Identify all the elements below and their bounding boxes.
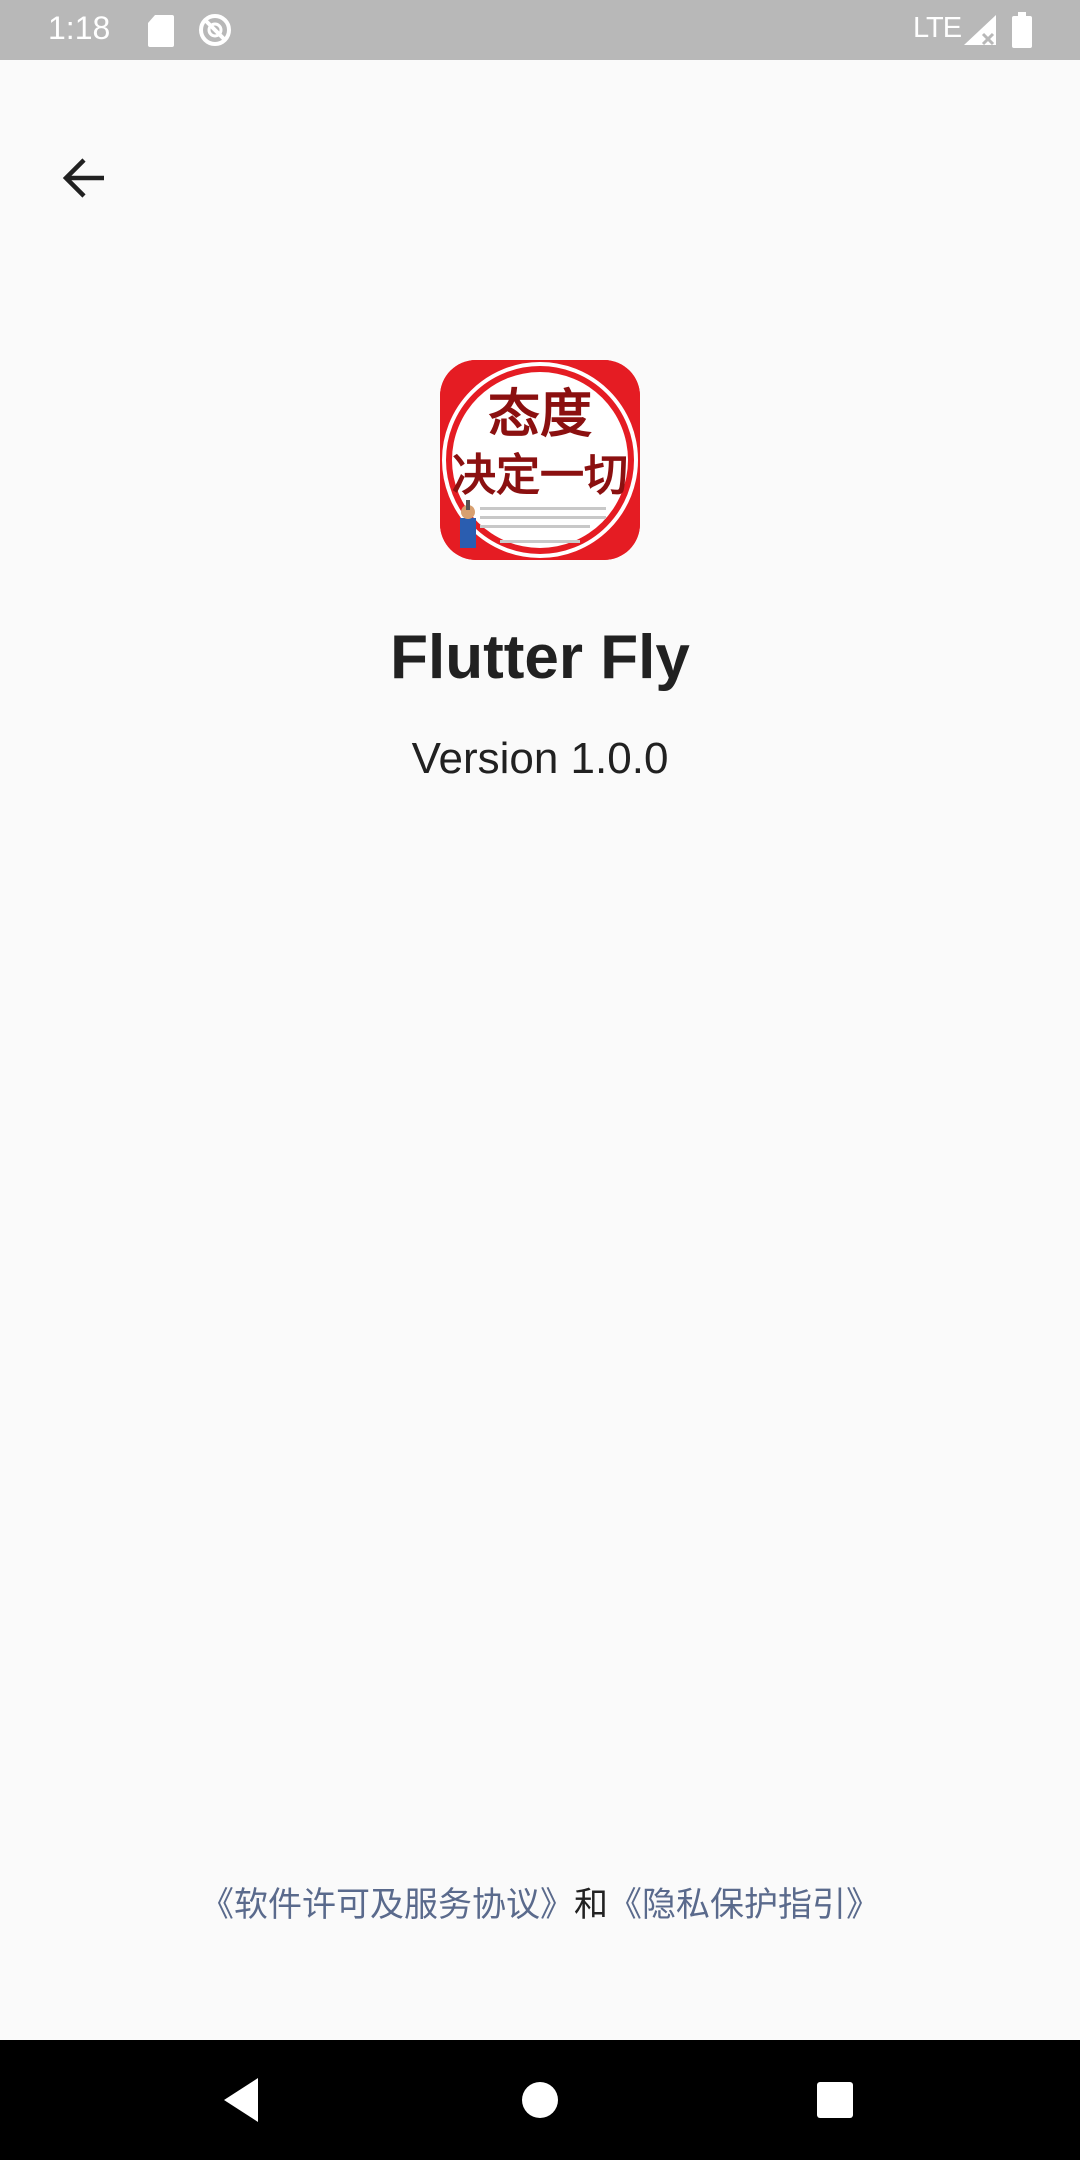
status-time: 1:18 [48, 10, 111, 46]
app-version: Version 1.0.0 [411, 734, 669, 783]
no-disturb-icon [197, 12, 233, 52]
app-name: Flutter Fly [390, 623, 690, 692]
legal-links: 《软件许可及服务协议》和《隐私保护指引》 [0, 1877, 1080, 1926]
nav-recents-button[interactable] [805, 2070, 865, 2130]
icon-title-line2: 决定一切 [452, 450, 628, 501]
nav-home-button[interactable] [510, 2070, 570, 2130]
navigation-bar [0, 2040, 1080, 2160]
app-icon: 态度 决定一切 [440, 360, 640, 560]
back-button[interactable] [45, 140, 125, 220]
nav-back-button[interactable] [212, 2070, 272, 2130]
arrow-left-icon [62, 155, 108, 205]
status-bar: 1:18 LTE [0, 0, 1080, 60]
signal-icon [963, 14, 997, 50]
triangle-back-icon [212, 2078, 272, 2134]
license-agreement-link[interactable]: 《软件许可及服务协议》 [200, 1885, 574, 1925]
network-type: LTE [913, 12, 962, 44]
battery-icon [1012, 12, 1032, 52]
circle-home-icon [510, 2082, 570, 2134]
square-recents-icon [805, 2082, 865, 2134]
icon-title-line1: 态度 [488, 384, 592, 445]
sd-card-icon [147, 14, 175, 52]
privacy-policy-link[interactable]: 《隐私保护指引》 [608, 1885, 880, 1925]
conjunction-text: 和 [574, 1885, 608, 1925]
